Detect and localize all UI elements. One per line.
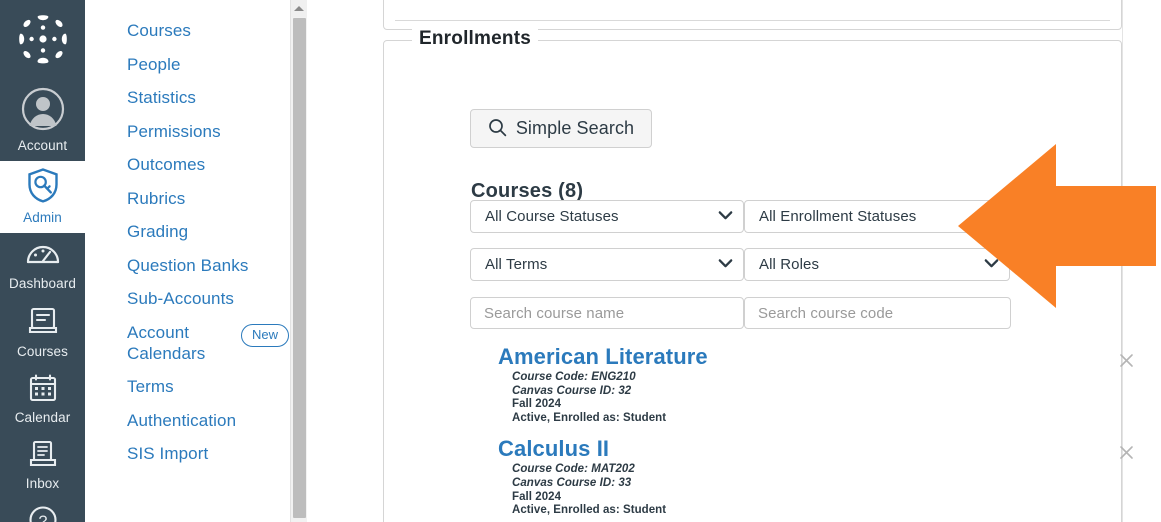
course-name-input-placeholder: Search course name xyxy=(484,304,625,322)
context-navigation: Courses People Statistics Permissions Outcom… xyxy=(85,0,307,522)
enrolled-course-row: Calculus II Course Code: MAT202 Canvas Cou… xyxy=(470,435,1161,522)
enrollments-fieldset: Enrollments Simple Search Courses (8) Al… xyxy=(383,28,1133,522)
context-nav-item-label[interactable]: Sub-Accounts xyxy=(127,288,234,309)
enrolled-course-term: Fall 2024 xyxy=(512,398,562,411)
global-nav-item-courses[interactable]: Courses xyxy=(0,299,85,367)
global-nav-item-inbox[interactable]: Inbox xyxy=(0,433,85,499)
context-nav-list: Courses People Statistics Permissions Outcom… xyxy=(85,0,307,464)
admin-shield-icon xyxy=(25,167,61,208)
global-nav-label-calendar: Calendar xyxy=(14,410,71,425)
global-nav-label-dashboard: Dashboard xyxy=(9,276,76,291)
calendar-icon xyxy=(28,373,58,408)
canvas-logo[interactable] xyxy=(0,0,85,81)
course-code-input-placeholder: Search course code xyxy=(758,304,894,322)
enrolled-course-meta: Course Code: MAT202 Canvas Course ID: 33 F… xyxy=(512,463,1161,517)
enrolled-course-code: Course Code: ENG210 xyxy=(512,371,636,383)
main-content: Enrollments Simple Search Courses (8) Al… xyxy=(307,0,1161,522)
context-nav-item[interactable]: Rubrics xyxy=(85,188,307,209)
context-nav-item-label[interactable]: Grading xyxy=(127,221,188,242)
screenshot-root: Account Admin Dashboard Courses Calendar… xyxy=(0,0,1161,522)
context-nav-item-label[interactable]: Permissions xyxy=(127,121,221,142)
terms-select[interactable]: All Terms xyxy=(470,248,744,281)
scroll-up-arrow-glyph xyxy=(294,6,304,11)
enrollments-legend: Enrollments xyxy=(412,28,538,50)
context-nav-item-label[interactable]: People xyxy=(127,54,181,75)
inbox-icon xyxy=(28,439,58,474)
dashboard-icon xyxy=(25,239,61,274)
enrolled-course-term: Fall 2024 xyxy=(512,490,562,503)
terms-select-value: All Terms xyxy=(485,256,548,273)
context-nav-item[interactable]: Authentication xyxy=(85,410,307,431)
enrolled-course-status: Active, Enrolled as: Student xyxy=(512,504,667,517)
enrolled-course-code: Course Code: MAT202 xyxy=(512,463,635,476)
course-code-input[interactable]: Search course code xyxy=(744,297,1011,329)
context-nav-item[interactable]: Account Calendars New xyxy=(85,322,307,364)
canvas-logo-icon xyxy=(16,12,70,71)
context-nav-item[interactable]: Terms xyxy=(85,376,307,397)
context-nav-item-label[interactable]: SIS Import xyxy=(127,443,208,464)
course-status-select[interactable]: All Course Statuses xyxy=(470,200,744,233)
scroll-up-arrow-icon[interactable] xyxy=(291,0,307,17)
close-x-icon[interactable] xyxy=(1118,444,1135,461)
close-x-icon[interactable] xyxy=(1118,352,1135,369)
simple-search-label: Simple Search xyxy=(515,118,635,138)
context-nav-item-label[interactable]: Terms xyxy=(127,376,174,397)
enrolled-course-canvas-id: Canvas Course ID: 32 xyxy=(512,384,632,397)
context-nav-item-label[interactable]: Question Banks xyxy=(127,255,248,276)
context-nav-scrollbar-thumb[interactable] xyxy=(293,18,306,518)
context-nav-item[interactable]: Permissions xyxy=(85,121,307,142)
previous-section-rule xyxy=(395,20,1110,21)
help-question-icon: ? xyxy=(28,505,58,522)
context-nav-item[interactable]: Courses xyxy=(85,20,307,41)
courses-book-icon xyxy=(27,305,59,342)
global-navigation: Account Admin Dashboard Courses Calendar… xyxy=(0,0,85,522)
context-nav-item-label[interactable]: Statistics xyxy=(127,87,196,108)
course-name-input[interactable]: Search course name xyxy=(470,297,744,329)
course-status-select-value: All Course Statuses xyxy=(485,208,619,225)
global-nav-item-help[interactable]: ? Help xyxy=(0,499,85,522)
context-nav-scrollbar[interactable] xyxy=(290,0,307,522)
context-nav-item[interactable]: Grading xyxy=(85,221,307,242)
context-nav-item[interactable]: Outcomes xyxy=(85,154,307,175)
simple-search-button[interactable]: Simple Search xyxy=(470,109,652,148)
search-icon xyxy=(488,118,507,140)
context-nav-item-label[interactable]: Rubrics xyxy=(127,188,185,209)
svg-text:?: ? xyxy=(38,514,47,522)
global-nav-label-inbox: Inbox xyxy=(25,476,60,491)
context-nav-item-label[interactable]: Courses xyxy=(127,20,191,41)
context-nav-item[interactable]: People xyxy=(85,54,307,75)
enrollment-status-select-value: All Enrollment Statuses xyxy=(759,208,917,225)
chevron-down-icon xyxy=(984,208,999,226)
context-nav-item[interactable]: Question Banks xyxy=(85,255,307,276)
global-nav-label-account: Account xyxy=(17,138,68,153)
context-nav-item[interactable]: SIS Import xyxy=(85,443,307,464)
enrollment-status-select[interactable]: All Enrollment Statuses xyxy=(744,200,1010,233)
context-nav-item-label[interactable]: Account Calendars xyxy=(127,322,205,364)
user-avatar-icon xyxy=(21,87,65,136)
enrolled-course-row: American Literature Course Code: ENG210 Ca… xyxy=(470,343,1161,435)
global-nav-label-courses: Courses xyxy=(17,344,68,359)
context-nav-item-label[interactable]: Outcomes xyxy=(127,154,205,175)
global-nav-item-calendar[interactable]: Calendar xyxy=(0,367,85,433)
previous-section-fieldset xyxy=(383,0,1122,30)
roles-select-value: All Roles xyxy=(759,256,820,273)
context-nav-item[interactable]: Sub-Accounts xyxy=(85,288,307,309)
roles-select[interactable]: All Roles xyxy=(744,248,1010,281)
enrolled-course-title[interactable]: American Literature xyxy=(498,343,1161,370)
chevron-down-icon xyxy=(718,256,733,274)
chevron-down-icon xyxy=(718,208,733,226)
global-nav-item-admin[interactable]: Admin xyxy=(0,161,85,233)
enrolled-course-status: Active, Enrolled as: Student xyxy=(512,411,667,424)
enrolled-course-title[interactable]: Calculus II xyxy=(498,435,1161,462)
context-nav-item-label[interactable]: Authentication xyxy=(127,410,236,431)
global-nav-item-dashboard[interactable]: Dashboard xyxy=(0,233,85,299)
enrolled-course-meta: Course Code: ENG210 Canvas Course ID: 32 F… xyxy=(512,371,1161,425)
enrolled-course-list: American Literature Course Code: ENG210 Ca… xyxy=(470,343,1161,522)
chevron-down-icon xyxy=(984,256,999,274)
context-nav-item[interactable]: Statistics xyxy=(85,87,307,108)
global-nav-item-account[interactable]: Account xyxy=(0,81,85,161)
context-nav-item-badge: New xyxy=(240,323,289,347)
global-nav-label-admin: Admin xyxy=(23,210,62,225)
enrolled-course-canvas-id: Canvas Course ID: 33 xyxy=(512,476,632,489)
